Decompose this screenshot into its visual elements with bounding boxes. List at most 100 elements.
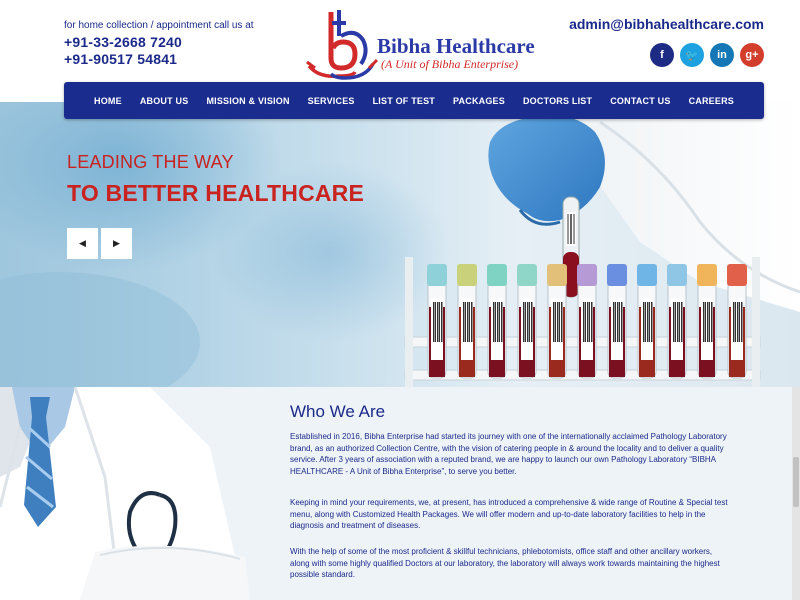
barcode-bar bbox=[675, 302, 676, 342]
nav-item-mission-vision[interactable]: MISSION & VISION bbox=[197, 96, 298, 106]
logo-brand-text: Bibha Healthcare bbox=[377, 34, 535, 58]
tube-cap bbox=[457, 264, 477, 286]
phone-primary[interactable]: +91-33-2668 7240 bbox=[64, 34, 254, 50]
barcode-bar bbox=[467, 302, 469, 342]
barcode-bar bbox=[709, 302, 710, 342]
barcode-bar bbox=[741, 302, 743, 342]
google-plus-icon-glyph: g+ bbox=[745, 49, 759, 61]
barcode-bar bbox=[463, 302, 465, 342]
barcode-bar bbox=[553, 302, 555, 342]
barcode-bar bbox=[681, 302, 683, 342]
barcode-bar bbox=[527, 302, 529, 342]
nav-item-packages[interactable]: PACKAGES bbox=[444, 96, 514, 106]
barcode-bar bbox=[677, 302, 679, 342]
barcode-bar bbox=[703, 302, 705, 342]
page-scrollbar[interactable] bbox=[792, 387, 800, 600]
barcode-bar bbox=[619, 302, 620, 342]
barcode-bar bbox=[465, 302, 466, 342]
header-right: admin@bibhahealthcare.com bbox=[569, 16, 764, 32]
phone-secondary[interactable]: +91-90517 54841 bbox=[64, 51, 254, 67]
barcode-bar bbox=[559, 302, 560, 342]
scrollbar-thumb[interactable] bbox=[793, 457, 799, 507]
tube-cap bbox=[727, 264, 747, 286]
barcode-bar bbox=[531, 302, 533, 342]
site-logo[interactable]: Bibha Healthcare (A Unit of Bibha Enterp… bbox=[305, 6, 535, 84]
barcode-bar bbox=[435, 302, 436, 342]
barcode-bar bbox=[643, 302, 645, 342]
barcode-bar bbox=[433, 302, 435, 342]
barcode-bar bbox=[497, 302, 499, 342]
barcode-bar bbox=[555, 302, 556, 342]
tube-cap bbox=[697, 264, 717, 286]
facebook-icon-glyph: f bbox=[660, 49, 664, 61]
barcode-bar bbox=[589, 302, 590, 342]
tube-cap bbox=[607, 264, 627, 286]
tube-cap bbox=[577, 264, 597, 286]
twitter-icon-glyph: 🐦 bbox=[685, 49, 699, 62]
nav-item-home[interactable]: HOME bbox=[85, 96, 131, 106]
nav-item-list-of-test[interactable]: LIST OF TEST bbox=[364, 96, 444, 106]
barcode-bar bbox=[529, 302, 530, 342]
barcode-bar bbox=[493, 302, 495, 342]
barcode-bar bbox=[735, 302, 736, 342]
linkedin-icon[interactable]: in bbox=[710, 43, 734, 67]
chevron-left-icon: ◀ bbox=[79, 238, 86, 248]
email-link[interactable]: admin@bibhahealthcare.com bbox=[569, 16, 764, 32]
barcode-bar bbox=[615, 302, 616, 342]
barcode-bar bbox=[439, 302, 440, 342]
main-nav: HOME ABOUT US MISSION & VISION SERVICES LIST… bbox=[64, 82, 764, 119]
barcode-bar bbox=[583, 302, 585, 342]
nav-item-services[interactable]: SERVICES bbox=[299, 96, 364, 106]
tube-cap bbox=[487, 264, 507, 286]
tube-cap bbox=[427, 264, 447, 286]
barcode-bar bbox=[523, 302, 525, 342]
slider-next-button[interactable]: ▶ bbox=[101, 228, 132, 259]
barcode-bar bbox=[645, 302, 646, 342]
barcode-bar bbox=[649, 302, 650, 342]
slider-prev-button[interactable]: ◀ bbox=[67, 228, 98, 259]
twitter-icon[interactable]: 🐦 bbox=[680, 43, 704, 67]
barcode-bar bbox=[469, 302, 470, 342]
barcode-bar bbox=[733, 302, 735, 342]
linkedin-icon-glyph: in bbox=[717, 49, 727, 61]
barcode-bar bbox=[525, 302, 526, 342]
barcode-bar bbox=[621, 302, 623, 342]
barcode-bar bbox=[651, 302, 653, 342]
nav-item-about-us[interactable]: ABOUT US bbox=[131, 96, 198, 106]
hero-heading-line2: TO BETTER HEALTHCARE bbox=[67, 180, 365, 206]
barcode-bar bbox=[441, 302, 443, 342]
barcode-bar bbox=[617, 302, 619, 342]
barcode-bar bbox=[673, 302, 675, 342]
barcode-bar bbox=[647, 302, 649, 342]
chevron-right-icon: ▶ bbox=[113, 238, 120, 248]
nav-item-careers[interactable]: CAREERS bbox=[680, 96, 743, 106]
barcode-bar bbox=[585, 302, 586, 342]
barcode-bar bbox=[561, 302, 563, 342]
barcode-bar bbox=[613, 302, 615, 342]
barcode-bar bbox=[501, 302, 503, 342]
logo-tagline: (A Unit of Bibha Enterprise) bbox=[381, 57, 519, 71]
barcode-bar bbox=[705, 302, 706, 342]
doctor-image bbox=[0, 387, 270, 600]
barcode-bar bbox=[471, 302, 473, 342]
barcode-bar bbox=[495, 302, 496, 342]
nav-item-doctors-list[interactable]: DOCTORS LIST bbox=[514, 96, 601, 106]
nav-item-contact-us[interactable]: CONTACT US bbox=[601, 96, 679, 106]
barcode-bar bbox=[587, 302, 589, 342]
tube-cap bbox=[667, 264, 687, 286]
facebook-icon[interactable]: f bbox=[650, 43, 674, 67]
barcode-bar bbox=[679, 302, 680, 342]
hero-heading-line1: LEADING THE WAY bbox=[67, 152, 234, 172]
who-we-are-section: Who We Are Established in 2016, Bibha En… bbox=[0, 387, 800, 600]
barcode-bar bbox=[499, 302, 500, 342]
social-links: f 🐦 in g+ bbox=[650, 43, 764, 67]
hero-slider: LEADING THE WAY TO BETTER HEALTHCARE ◀ ▶ bbox=[0, 102, 800, 387]
contact-hint: for home collection / appointment call u… bbox=[64, 20, 254, 31]
barcode-bar bbox=[739, 302, 740, 342]
contact-block: for home collection / appointment call u… bbox=[64, 20, 254, 67]
barcode-bar bbox=[737, 302, 739, 342]
barcode-bar bbox=[711, 302, 713, 342]
section-title: Who We Are bbox=[290, 402, 386, 421]
barcode-bar bbox=[591, 302, 593, 342]
google-plus-icon[interactable]: g+ bbox=[740, 43, 764, 67]
